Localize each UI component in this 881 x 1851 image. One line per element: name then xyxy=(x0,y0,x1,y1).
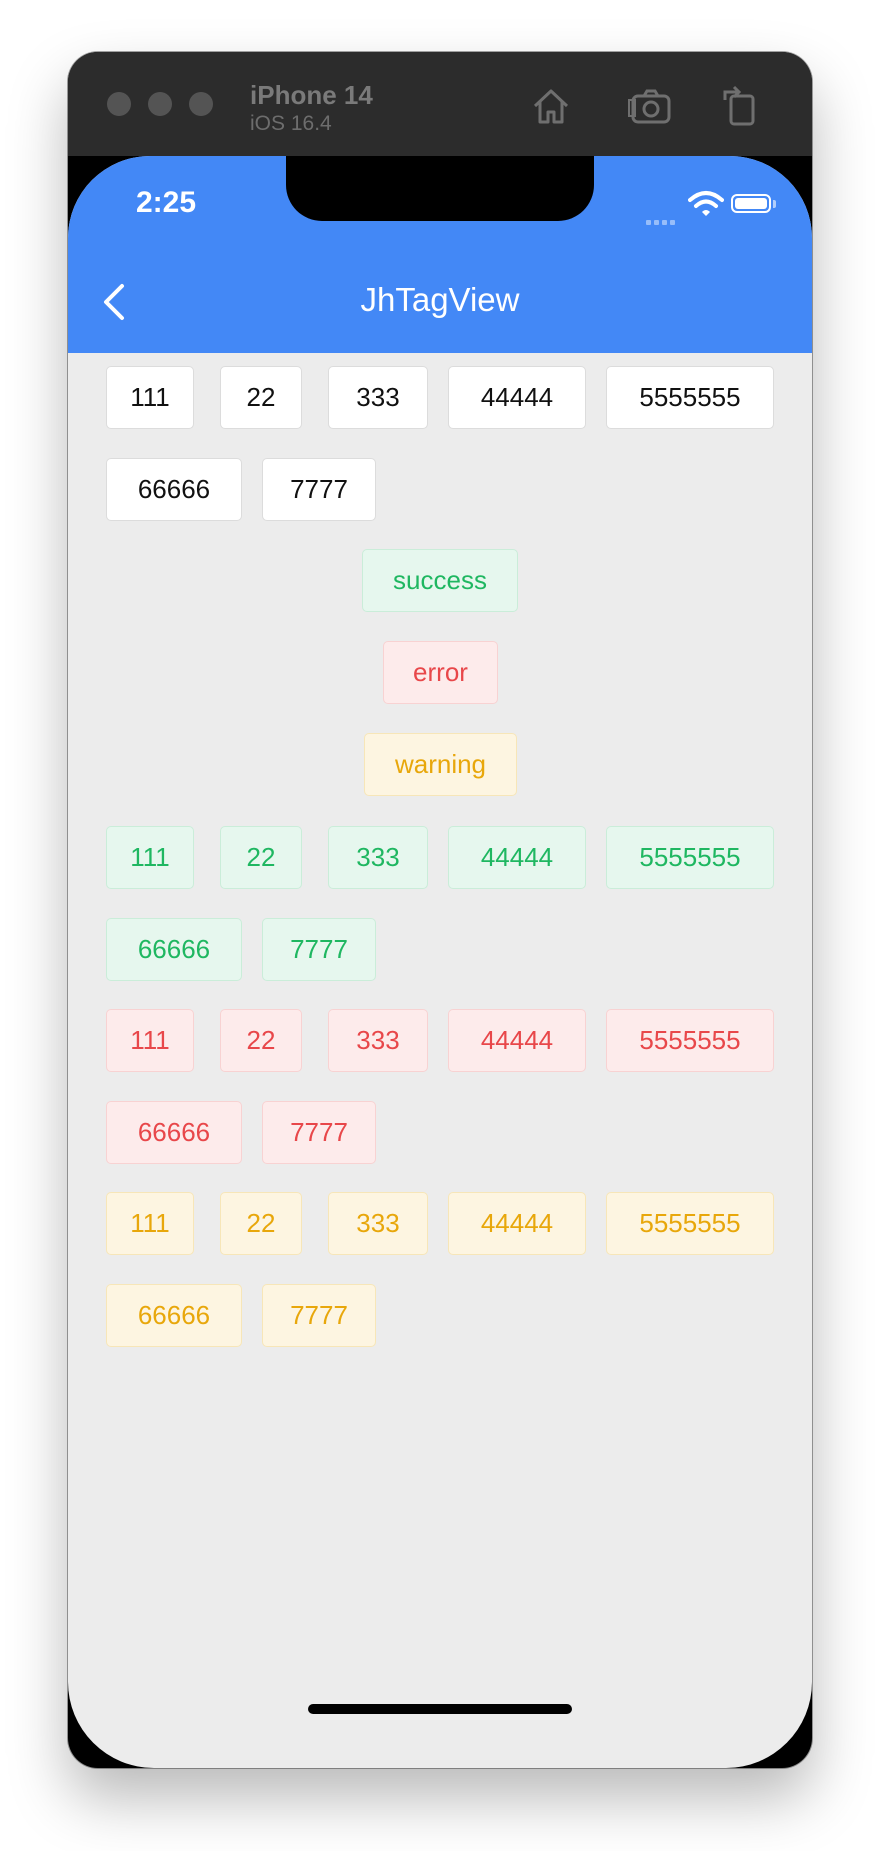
tag-warning[interactable]: 5555555 xyxy=(606,1192,774,1255)
tag-default[interactable]: 333 xyxy=(328,366,428,429)
tag-error[interactable]: 5555555 xyxy=(606,1009,774,1072)
tag-default[interactable]: 22 xyxy=(220,366,302,429)
tag-default[interactable]: 5555555 xyxy=(606,366,774,429)
tag-error[interactable]: error xyxy=(383,641,498,704)
tag-error[interactable]: 66666 xyxy=(106,1101,242,1164)
tag-error[interactable]: 22 xyxy=(220,1009,302,1072)
tag-warning[interactable]: 7777 xyxy=(262,1284,376,1347)
status-time: 2:25 xyxy=(136,186,197,219)
tag-error[interactable]: 333 xyxy=(328,1009,428,1072)
rotate-icon[interactable] xyxy=(717,82,765,130)
tag-success[interactable]: 44444 xyxy=(448,826,586,889)
tag-error[interactable]: 111 xyxy=(106,1009,194,1072)
device-screen: 2:25 JhTagView 111 22 333 44444 5555555 … xyxy=(68,156,812,1768)
tag-error[interactable]: 7777 xyxy=(262,1101,376,1164)
close-window-button[interactable] xyxy=(107,92,131,116)
tag-default[interactable]: 44444 xyxy=(448,366,586,429)
zoom-window-button[interactable] xyxy=(189,92,213,116)
tag-warning[interactable]: warning xyxy=(364,733,517,796)
wifi-icon xyxy=(688,190,724,218)
screenshot-icon[interactable] xyxy=(627,82,675,130)
tag-success[interactable]: 5555555 xyxy=(606,826,774,889)
home-icon[interactable] xyxy=(527,82,575,130)
tag-default[interactable]: 111 xyxy=(106,366,194,429)
page-title: JhTagView xyxy=(360,281,520,318)
tag-warning[interactable]: 66666 xyxy=(106,1284,242,1347)
tag-warning[interactable]: 44444 xyxy=(448,1192,586,1255)
tag-success[interactable]: 22 xyxy=(220,826,302,889)
tag-success[interactable]: success xyxy=(362,549,518,612)
tag-default[interactable]: 66666 xyxy=(106,458,242,521)
minimize-window-button[interactable] xyxy=(148,92,172,116)
home-indicator xyxy=(308,1704,572,1714)
battery-tip xyxy=(773,200,776,208)
tag-warning[interactable]: 22 xyxy=(220,1192,302,1255)
tag-success[interactable]: 333 xyxy=(328,826,428,889)
tag-default[interactable]: 7777 xyxy=(262,458,376,521)
tag-warning[interactable]: 333 xyxy=(328,1192,428,1255)
simulator-window: iPhone 14 iOS 16.4 2:25 JhTagView 111 22… xyxy=(68,52,812,1768)
os-version: iOS 16.4 xyxy=(250,112,332,135)
tag-success[interactable]: 111 xyxy=(106,826,194,889)
notch xyxy=(286,156,594,221)
device-name: iPhone 14 xyxy=(250,80,373,110)
tag-error[interactable]: 44444 xyxy=(448,1009,586,1072)
cellular-signal-icon xyxy=(646,212,678,230)
tag-success[interactable]: 66666 xyxy=(106,918,242,981)
tag-success[interactable]: 7777 xyxy=(262,918,376,981)
simulator-toolbar: iPhone 14 iOS 16.4 xyxy=(68,52,812,156)
tag-warning[interactable]: 111 xyxy=(106,1192,194,1255)
battery-icon xyxy=(731,194,771,213)
